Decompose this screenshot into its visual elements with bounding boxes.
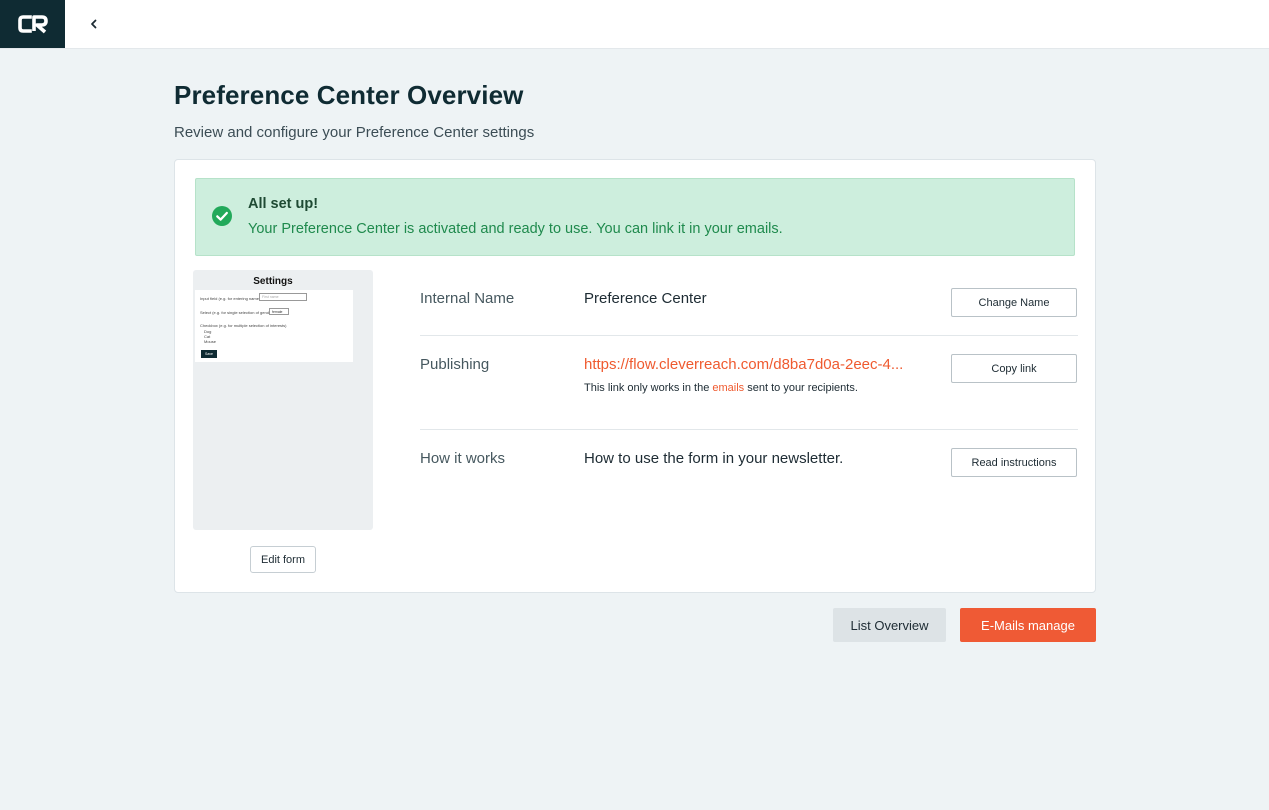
- edit-form-button[interactable]: Edit form: [250, 546, 316, 573]
- publishing-note-suffix: sent to your recipients.: [744, 382, 858, 394]
- overview-card: All set up! Your Preference Center is ac…: [174, 159, 1096, 593]
- preview-save-button: Save: [201, 350, 217, 358]
- emails-manage-button[interactable]: E-Mails manage: [960, 608, 1096, 642]
- preview-input-label: Input field (e.g. for entering names): [200, 296, 263, 301]
- chevron-left-icon: [91, 19, 97, 29]
- publishing-row: Publishing https://flow.cleverreach.com/…: [420, 336, 1078, 430]
- preview-select-label: Select (e.g. for single selection of gen…: [200, 310, 274, 315]
- form-preview: Settings Input field (e.g. for entering …: [193, 270, 373, 530]
- change-name-button[interactable]: Change Name: [951, 288, 1077, 317]
- back-button[interactable]: [82, 12, 106, 36]
- how-it-works-label: How it works: [420, 450, 506, 467]
- alert-message: Your Preference Center is activated and …: [248, 221, 783, 237]
- emails-link[interactable]: emails: [712, 382, 744, 394]
- list-overview-button[interactable]: List Overview: [833, 608, 946, 642]
- how-it-works-value: How to use the form in your newsletter.: [584, 450, 844, 467]
- page-subtitle: Review and configure your Preference Cen…: [174, 124, 535, 141]
- preview-input: First name: [259, 293, 307, 301]
- alert-title: All set up!: [248, 196, 319, 212]
- internal-name-label: Internal Name: [420, 290, 515, 307]
- publishing-label: Publishing: [420, 356, 490, 373]
- success-alert: All set up! Your Preference Center is ac…: [195, 178, 1075, 256]
- publishing-note: This link only works in the emails sent …: [584, 382, 858, 394]
- how-it-works-row: How it works How to use the form in your…: [420, 430, 1078, 490]
- publishing-note-prefix: This link only works in the: [584, 382, 713, 394]
- preview-select: female: [269, 308, 289, 315]
- publishing-link[interactable]: https://flow.cleverreach.com/d8ba7d0a-2e…: [584, 356, 944, 373]
- cleverreach-logo-icon: [17, 15, 48, 34]
- internal-name-row: Internal Name Preference Center Change N…: [420, 270, 1078, 336]
- preview-form-panel: Input field (e.g. for entering names) Fi…: [195, 290, 353, 362]
- internal-name-value: Preference Center: [584, 290, 707, 307]
- check-circle-icon: [212, 206, 232, 226]
- preview-checkbox-option: Mouse: [204, 339, 217, 344]
- read-instructions-button[interactable]: Read instructions: [951, 448, 1077, 477]
- copy-link-button[interactable]: Copy link: [951, 354, 1077, 383]
- logo[interactable]: [0, 0, 65, 48]
- preview-checkbox-label: Checkbox (e.g. for multiple selection of…: [200, 323, 287, 328]
- page-title: Preference Center Overview: [174, 80, 524, 110]
- preview-title: Settings: [253, 276, 293, 287]
- top-bar: [0, 0, 1269, 49]
